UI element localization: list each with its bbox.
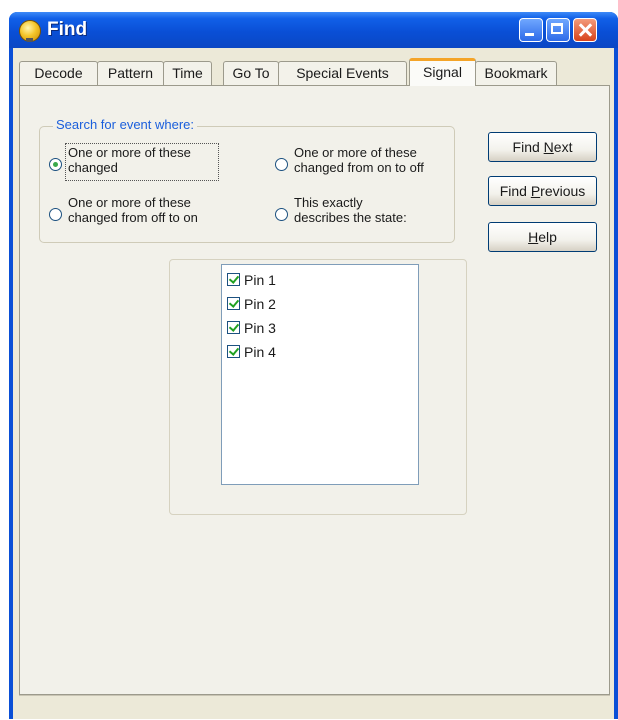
checkbox-checked-icon[interactable] xyxy=(227,321,240,334)
radio-off-to-on[interactable] xyxy=(49,208,62,221)
radio-any-changed-label[interactable]: One or more of these changed xyxy=(68,145,191,175)
checkbox-checked-icon[interactable] xyxy=(227,345,240,358)
tab-go-to[interactable]: Go To xyxy=(223,61,279,85)
find-next-button[interactable]: Find Next xyxy=(488,132,597,162)
radio-exact-state[interactable] xyxy=(275,208,288,221)
title-bar[interactable]: Find xyxy=(9,12,618,48)
tab-decode[interactable]: Decode xyxy=(19,61,98,85)
search-groupbox-legend: Search for event where: xyxy=(53,117,198,132)
status-strip xyxy=(19,695,610,720)
minimize-button[interactable] xyxy=(519,18,543,42)
help-button[interactable]: Help xyxy=(488,222,597,252)
window-title: Find xyxy=(47,19,88,40)
maximize-button[interactable] xyxy=(546,18,570,42)
pins-checklist[interactable]: Pin 1 Pin 2 Pin 3 Pin 4 xyxy=(221,264,419,485)
dialog-client-area: Decode Pattern Time Go To Special Events… xyxy=(13,48,614,719)
tab-time[interactable]: Time xyxy=(163,61,212,85)
checkbox-checked-icon[interactable] xyxy=(227,297,240,310)
radio-on-to-off[interactable] xyxy=(275,158,288,171)
find-window: Find Decode Pattern Time Go To Special E… xyxy=(9,12,618,719)
radio-exact-state-label[interactable]: This exactly describes the state: xyxy=(294,195,407,225)
tab-bookmark[interactable]: Bookmark xyxy=(475,61,557,85)
radio-any-changed[interactable] xyxy=(49,158,62,171)
tab-signal[interactable]: Signal xyxy=(409,58,476,86)
tab-pattern[interactable]: Pattern xyxy=(97,61,164,85)
close-button[interactable] xyxy=(573,18,597,42)
radio-off-to-on-label[interactable]: One or more of these changed from off to… xyxy=(68,195,198,225)
tab-special-events[interactable]: Special Events xyxy=(278,61,407,85)
checkbox-checked-icon[interactable] xyxy=(227,273,240,286)
lightbulb-icon xyxy=(19,20,41,42)
radio-on-to-off-label[interactable]: One or more of these changed from on to … xyxy=(294,145,424,175)
find-previous-button[interactable]: Find Previous xyxy=(488,176,597,206)
